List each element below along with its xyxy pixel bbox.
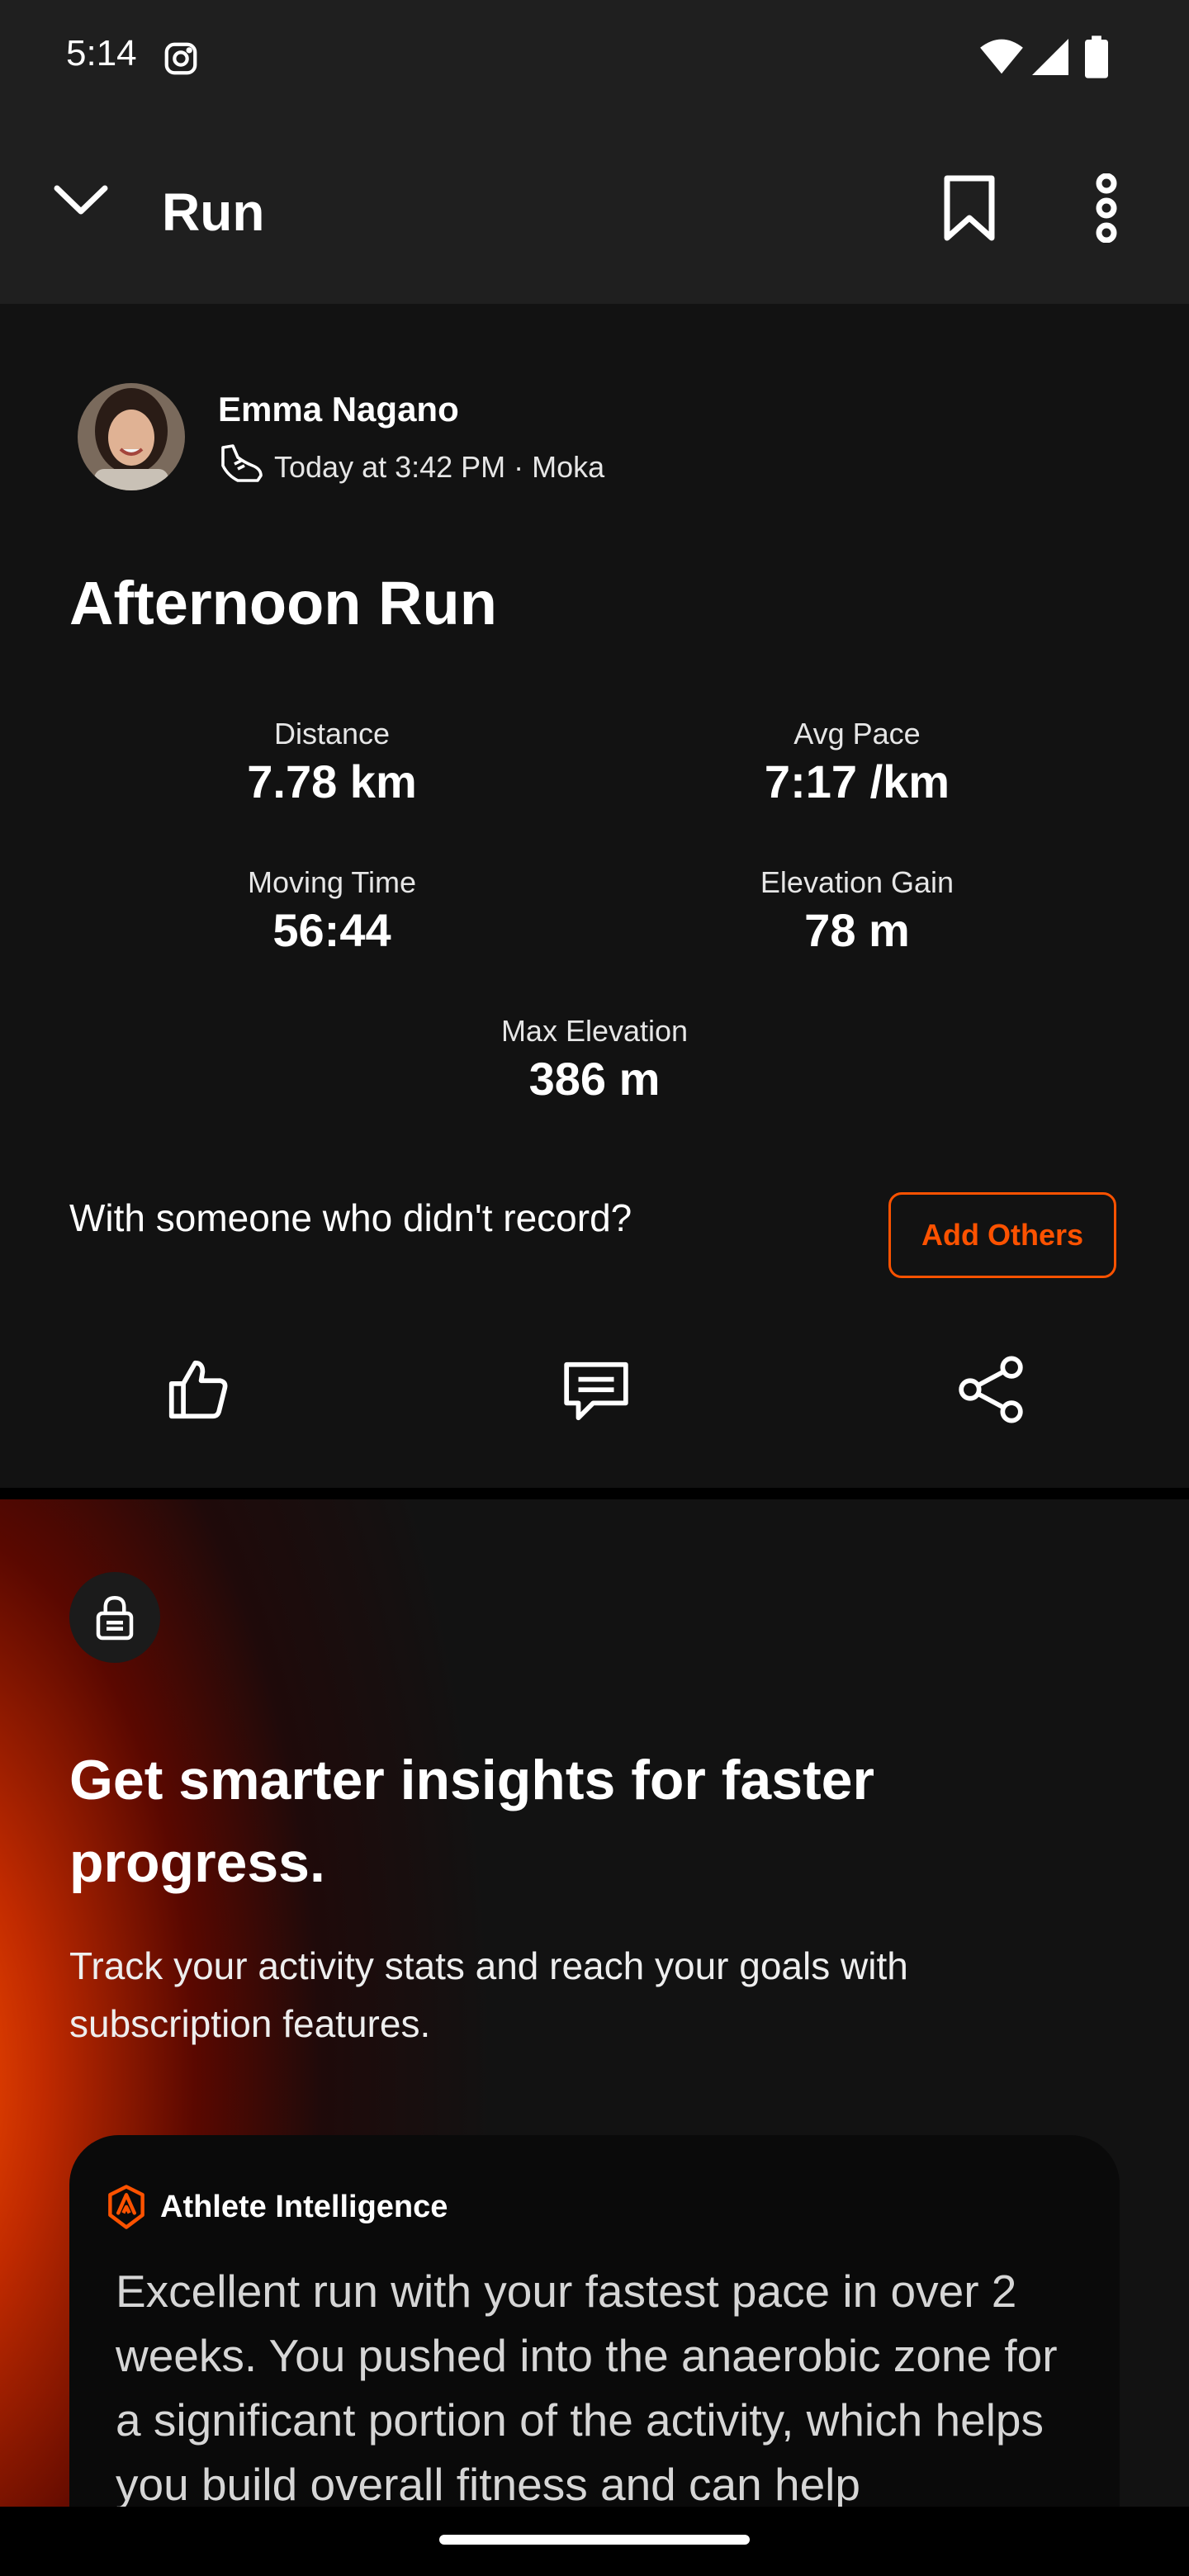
chevron-down-icon[interactable]	[43, 162, 119, 238]
subscription-promo: Get smarter insights for faster progress…	[0, 1499, 1189, 2507]
stat-elevation-gain: Elevation Gain 78 m	[667, 865, 1047, 957]
stat-max-elevation: Max Elevation 386 m	[405, 1014, 784, 1106]
bookmark-icon[interactable]	[931, 170, 1007, 246]
activity-meta: Today at 3:42 PM · Moka	[218, 443, 604, 491]
section-divider	[0, 1488, 1189, 1499]
more-options-icon[interactable]	[1073, 170, 1139, 246]
athlete-intelligence-summary: Excellent run with your fastest pace in …	[116, 2266, 1058, 2507]
together-prompt: With someone who didn't record?	[69, 1196, 632, 1239]
kudos-thumbs-up-icon[interactable]	[149, 1344, 248, 1435]
signal-icon	[1032, 38, 1068, 80]
activity-meta-text: Today at 3:42 PM · Moka	[274, 449, 605, 484]
stat-value: 56:44	[272, 904, 391, 956]
stat-label: Distance	[273, 717, 391, 751]
promo-headline: Get smarter insights for faster progress…	[69, 1749, 874, 1894]
lock-icon	[69, 1572, 160, 1663]
stat-value: 78 m	[804, 904, 910, 956]
athlete-intelligence-logo-icon	[106, 2185, 147, 2233]
stat-label: Moving Time	[247, 865, 417, 899]
status-bar: 5:14	[0, 0, 1189, 116]
athlete-name[interactable]: Emma Nagano	[218, 390, 459, 429]
status-time: 5:14	[66, 33, 137, 73]
stat-moving-time: Moving Time 56:44	[142, 865, 522, 957]
wifi-icon	[979, 38, 1024, 80]
stat-avg-pace: Avg Pace 7:17 /km	[667, 717, 1047, 808]
system-nav-bar	[0, 2507, 1189, 2576]
stat-label: Elevation Gain	[760, 865, 955, 899]
stat-label: Avg Pace	[793, 717, 921, 751]
stat-distance: Distance 7.78 km	[142, 717, 522, 808]
stat-label: Max Elevation	[500, 1014, 689, 1048]
home-gesture-handle[interactable]	[439, 2535, 750, 2545]
promo-body: Track your activity stats and reach your…	[69, 1944, 908, 2045]
add-others-button[interactable]: Add Others	[888, 1192, 1116, 1278]
avatar[interactable]	[78, 383, 185, 490]
stat-value: 7.78 km	[247, 755, 417, 807]
athlete-intelligence-card[interactable]: Athlete Intelligence Excellent run with …	[69, 2135, 1120, 2507]
page-title: Run	[162, 182, 265, 242]
share-icon[interactable]	[941, 1344, 1040, 1435]
stat-value: 7:17 /km	[764, 755, 950, 807]
app-bar: Run	[0, 116, 1189, 304]
activity-title: Afternoon Run	[69, 569, 497, 637]
instagram-icon	[162, 40, 200, 82]
athlete-intelligence-title: Athlete Intelligence	[160, 2190, 448, 2224]
battery-icon	[1085, 35, 1108, 83]
shoe-icon	[218, 443, 264, 491]
comment-icon[interactable]	[547, 1346, 646, 1437]
activity-card: Emma Nagano Today at 3:42 PM · Moka Afte…	[0, 304, 1189, 1488]
stat-value: 386 m	[528, 1053, 661, 1105]
